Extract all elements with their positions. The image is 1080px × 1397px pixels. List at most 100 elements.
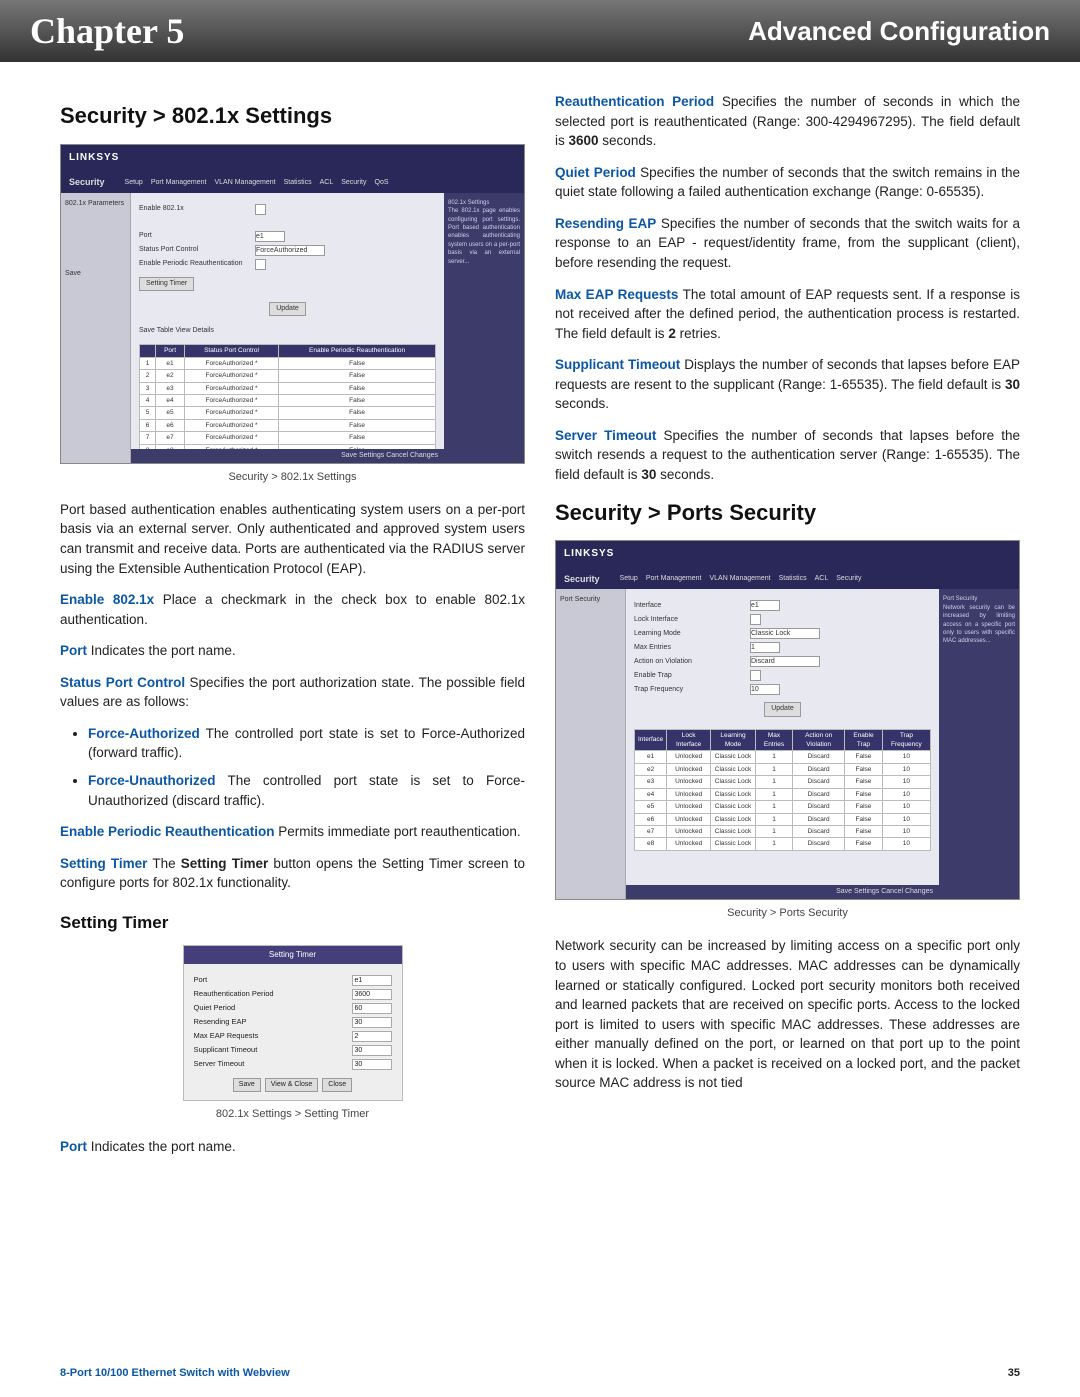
caption-ports-security: Security > Ports Security xyxy=(555,906,1020,922)
ss-nav-title: Security xyxy=(69,176,105,189)
dlg-label: Resending EAP xyxy=(194,1017,247,1028)
trap-freq-field[interactable]: 10 xyxy=(750,684,780,695)
server-para: Server Timeout Specifies the number of s… xyxy=(555,426,1020,485)
field-label: Trap Frequency xyxy=(634,685,744,695)
dlg-label: Max EAP Requests xyxy=(194,1031,259,1042)
field-label: Status Port Control xyxy=(139,245,249,255)
th: Action on Violation xyxy=(793,729,845,751)
term: Force-Unauthorized xyxy=(88,773,216,788)
table-row: e5UnlockedClassic Lock1DiscardFalse10 xyxy=(635,801,931,813)
ss-tab[interactable]: Port Management xyxy=(151,178,207,188)
ss-tab[interactable]: Statistics xyxy=(284,178,312,188)
lock-interface-checkbox[interactable] xyxy=(750,614,761,625)
dlg-label: Supplicant Timeout xyxy=(194,1045,258,1056)
dlg-label: Quiet Period xyxy=(194,1003,236,1014)
field-label: Interface xyxy=(634,601,744,611)
ss-main: Enable 802.1x Porte1 Status Port Control… xyxy=(131,193,444,463)
port-para: Port Indicates the port name. xyxy=(60,641,525,661)
th xyxy=(140,345,156,357)
interface-select[interactable]: e1 xyxy=(750,600,780,611)
screenshot-ports-security: LINKSYS Security Setup Port Management V… xyxy=(555,540,1020,900)
ss-tab[interactable]: Security xyxy=(836,574,861,584)
table-links[interactable]: Save Table View Details xyxy=(139,326,436,336)
dlg-field[interactable]: 30 xyxy=(352,1017,392,1028)
ss-tab[interactable]: Port Management xyxy=(646,574,702,584)
ss-tab[interactable]: VLAN Management xyxy=(214,178,275,188)
resend-para: Resending EAP Specifies the number of se… xyxy=(555,214,1020,273)
term: Status Port Control xyxy=(60,675,185,690)
term: Enable 802.1x xyxy=(60,592,154,607)
ss-bottom-bar[interactable]: Save Settings Cancel Changes xyxy=(131,449,444,463)
th: Learning Mode xyxy=(711,729,756,751)
footer-page-number: 35 xyxy=(1008,1367,1020,1379)
section-title: Advanced Configuration xyxy=(748,16,1050,47)
dlg-field[interactable]: 2 xyxy=(352,1031,392,1042)
learning-mode-select[interactable]: Classic Lock xyxy=(750,628,820,639)
port-select[interactable]: e1 xyxy=(255,231,285,242)
th: Trap Frequency xyxy=(882,729,930,751)
table-row: e7UnlockedClassic Lock1DiscardFalse10 xyxy=(635,825,931,837)
periodic-checkbox[interactable] xyxy=(255,259,266,270)
term: Enable Periodic Reauthentication xyxy=(60,824,275,839)
bullet-force-authorized: Force-Authorized The controlled port sta… xyxy=(88,724,525,763)
update-button[interactable]: Update xyxy=(269,302,306,316)
ss-tab[interactable]: ACL xyxy=(815,574,829,584)
ss-tab[interactable]: VLAN Management xyxy=(709,574,770,584)
dlg-field[interactable]: 30 xyxy=(352,1045,392,1056)
table-row: 5e5ForceAuthorized *False xyxy=(140,407,436,419)
dlg-field[interactable]: 60 xyxy=(352,1003,392,1014)
ss-tab[interactable]: Statistics xyxy=(779,574,807,584)
document-page: Chapter 5 Advanced Configuration Securit… xyxy=(0,0,1080,1397)
sidebar-item[interactable]: Save xyxy=(65,269,126,279)
dlg-view-close-button[interactable]: View & Close xyxy=(265,1078,319,1092)
ports-table: Port Status Port Control Enable Periodic… xyxy=(139,344,436,457)
ss-tab[interactable]: QoS xyxy=(375,178,389,188)
enable-trap-checkbox[interactable] xyxy=(750,670,761,681)
term: Max EAP Requests xyxy=(555,287,678,302)
dlg-close-button[interactable]: Close xyxy=(322,1078,352,1092)
dlg-field[interactable]: e1 xyxy=(352,975,392,986)
field-label: Enable Trap xyxy=(634,671,744,681)
status-port-select[interactable]: ForceAuthorized xyxy=(255,245,325,256)
action-select[interactable]: Discard xyxy=(750,656,820,667)
field-label: Max Entries xyxy=(634,643,744,653)
sidebar-item[interactable]: Port Security xyxy=(560,595,621,605)
port2-para: Port Indicates the port name. xyxy=(60,1137,525,1157)
ss-bottom-bar[interactable]: Save Settings Cancel Changes xyxy=(626,885,939,899)
ss-tab[interactable]: ACL xyxy=(320,178,334,188)
table-row: 6e6ForceAuthorized *False xyxy=(140,419,436,431)
table-row: e2UnlockedClassic Lock1DiscardFalse10 xyxy=(635,763,931,775)
term: Port xyxy=(60,643,87,658)
heading-setting-timer: Setting Timer xyxy=(60,911,525,936)
max-entries-field[interactable]: 1 xyxy=(750,642,780,653)
ss-tab[interactable]: Setup xyxy=(620,574,638,584)
update-button[interactable]: Update xyxy=(764,702,801,716)
setting-timer-button[interactable]: Setting Timer xyxy=(139,277,194,291)
screenshot-8021x-settings: LINKSYS Security Setup Port Management V… xyxy=(60,144,525,464)
dlg-field[interactable]: 3600 xyxy=(352,989,392,1000)
sidebar-item[interactable]: 802.1x Parameters xyxy=(65,199,126,209)
th: Enable Trap xyxy=(845,729,883,751)
field-label: Action on Violation xyxy=(634,657,744,667)
page-footer: 8-Port 10/100 Ethernet Switch with Webvi… xyxy=(60,1367,1020,1379)
dlg-field[interactable]: 30 xyxy=(352,1059,392,1070)
ss-main: Interface e1 Lock Interface Learning Mode… xyxy=(626,589,939,899)
th: Lock Interface xyxy=(667,729,711,751)
ss-sidebar: 802.1x Parameters Save xyxy=(61,193,131,463)
chapter-title: Chapter 5 xyxy=(30,10,184,52)
heading-ports-security: Security > Ports Security xyxy=(555,497,1020,529)
th: Status Port Control xyxy=(184,345,278,357)
ss-brand: LINKSYS xyxy=(61,145,524,173)
enable-8021x-checkbox[interactable] xyxy=(255,204,266,215)
ss-tab[interactable]: Setup xyxy=(125,178,143,188)
table-row: e6UnlockedClassic Lock1DiscardFalse10 xyxy=(635,813,931,825)
field-label: Lock Interface xyxy=(634,615,744,625)
field-label: Learning Mode xyxy=(634,629,744,639)
field-label: Enable Periodic Reauthentication xyxy=(139,259,249,269)
dlg-label: Reauthentication Period xyxy=(194,989,274,1000)
table-row: 2e2ForceAuthorized *False xyxy=(140,370,436,382)
table-row: 4e4ForceAuthorized *False xyxy=(140,395,436,407)
ss-tab[interactable]: Security xyxy=(341,178,366,188)
dlg-save-button[interactable]: Save xyxy=(233,1078,261,1092)
th: Interface xyxy=(635,729,667,751)
